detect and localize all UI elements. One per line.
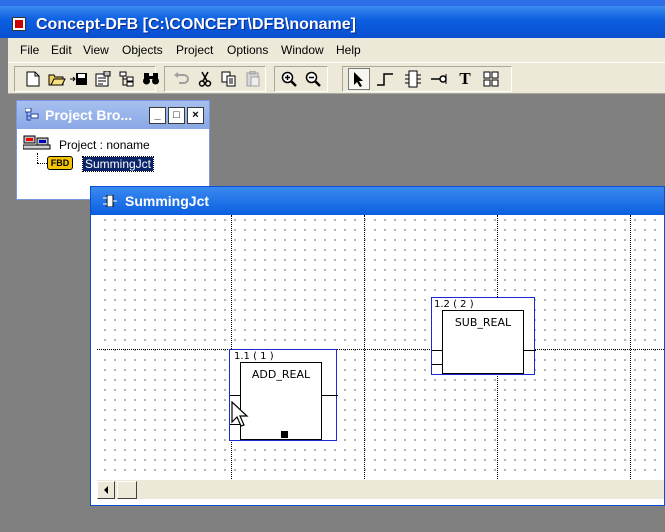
output-pin[interactable] — [322, 395, 338, 396]
tree-connector — [37, 163, 47, 164]
app-titlebar[interactable]: Concept-DFB [C:\CONCEPT\DFB\noname] — [0, 0, 665, 38]
project-tree-icon[interactable] — [116, 68, 138, 90]
block-body: SUB_REAL — [442, 310, 524, 374]
input-pin[interactable] — [230, 395, 240, 396]
tree-item-summingjct[interactable]: SummingJct — [81, 156, 155, 172]
project-browser-titlebar[interactable]: Project Bro... _ □ × — [17, 101, 209, 129]
fbd-canvas[interactable]: 1.1 ( 1 ) ADD_REAL 1.2 ( 2 ) SUB_REAL — [97, 215, 664, 479]
menu-objects[interactable]: Objects — [122, 43, 163, 57]
maximize-button[interactable]: □ — [168, 107, 185, 124]
menu-project[interactable]: Project — [176, 43, 213, 57]
function-block-icon[interactable] — [402, 68, 424, 90]
block-instance-label: 1.2 ( 2 ) — [434, 299, 474, 310]
cut-icon[interactable] — [194, 68, 216, 90]
save-icon[interactable] — [68, 68, 90, 90]
project-browser-icon — [25, 108, 39, 121]
pin-icon[interactable] — [428, 68, 450, 90]
app-title: Concept-DFB [C:\CONCEPT\DFB\noname] — [36, 16, 356, 33]
app-icon — [12, 17, 26, 31]
block-body: ADD_REAL — [240, 362, 322, 440]
paste-icon[interactable] — [242, 68, 264, 90]
editor-titlebar[interactable]: SummingJct — [91, 187, 664, 215]
input-pin[interactable] — [432, 364, 442, 365]
grid-line-vertical — [630, 215, 631, 479]
menu-file[interactable]: File — [20, 43, 39, 57]
horizontal-scrollbar[interactable] — [97, 479, 664, 499]
zoom-in-icon[interactable] — [278, 68, 300, 90]
project-browser-title: Project Bro... — [45, 107, 133, 123]
menubar: File Edit View Objects Project Options W… — [8, 38, 665, 62]
toolbar: T — [8, 62, 665, 94]
function-block-sub-real[interactable]: 1.2 ( 2 ) SUB_REAL — [431, 297, 536, 375]
grid-icon[interactable] — [480, 68, 502, 90]
scroll-thumb[interactable] — [117, 481, 137, 499]
grid-line-horizontal — [97, 349, 664, 350]
menu-options[interactable]: Options — [227, 43, 268, 57]
select-pointer-icon[interactable] — [348, 68, 370, 90]
close-button[interactable]: × — [187, 107, 204, 124]
minimize-button[interactable]: _ — [149, 107, 166, 124]
new-file-icon[interactable] — [22, 68, 44, 90]
block-type-label: ADD_REAL — [251, 368, 311, 381]
open-folder-icon[interactable] — [46, 68, 68, 90]
properties-icon[interactable] — [92, 68, 114, 90]
input-pin[interactable] — [432, 350, 442, 351]
menu-edit[interactable]: Edit — [51, 43, 72, 57]
output-pin[interactable] — [524, 350, 536, 351]
menu-help[interactable]: Help — [336, 43, 361, 57]
fbd-editor-icon — [103, 195, 117, 207]
menu-window[interactable]: Window — [281, 43, 324, 57]
block-type-label: SUB_REAL — [454, 316, 512, 329]
find-binoculars-icon[interactable] — [140, 68, 162, 90]
link-icon[interactable] — [374, 68, 396, 90]
fbd-badge-icon: FBD — [47, 156, 73, 170]
block-handle[interactable] — [281, 431, 288, 438]
tree-item-project[interactable]: Project : noname — [59, 138, 150, 152]
tree-connector — [37, 153, 38, 163]
editor-window: SummingJct 1.1 ( 1 ) ADD_REAL 1.2 ( 2 ) … — [90, 186, 665, 506]
project-computer-icon — [23, 135, 51, 150]
zoom-out-icon[interactable] — [302, 68, 324, 90]
scroll-left-button[interactable] — [97, 481, 115, 499]
mouse-cursor-icon — [231, 401, 249, 427]
text-icon[interactable]: T — [454, 68, 476, 90]
scroll-left-arrow-icon — [104, 486, 108, 494]
grid-line-vertical — [364, 215, 365, 479]
editor-title: SummingJct — [125, 193, 210, 209]
menu-view[interactable]: View — [83, 43, 109, 57]
copy-icon[interactable] — [218, 68, 240, 90]
block-instance-label: 1.1 ( 1 ) — [234, 351, 274, 362]
project-browser-window: Project Bro... _ □ × Project : noname FB… — [16, 100, 210, 200]
